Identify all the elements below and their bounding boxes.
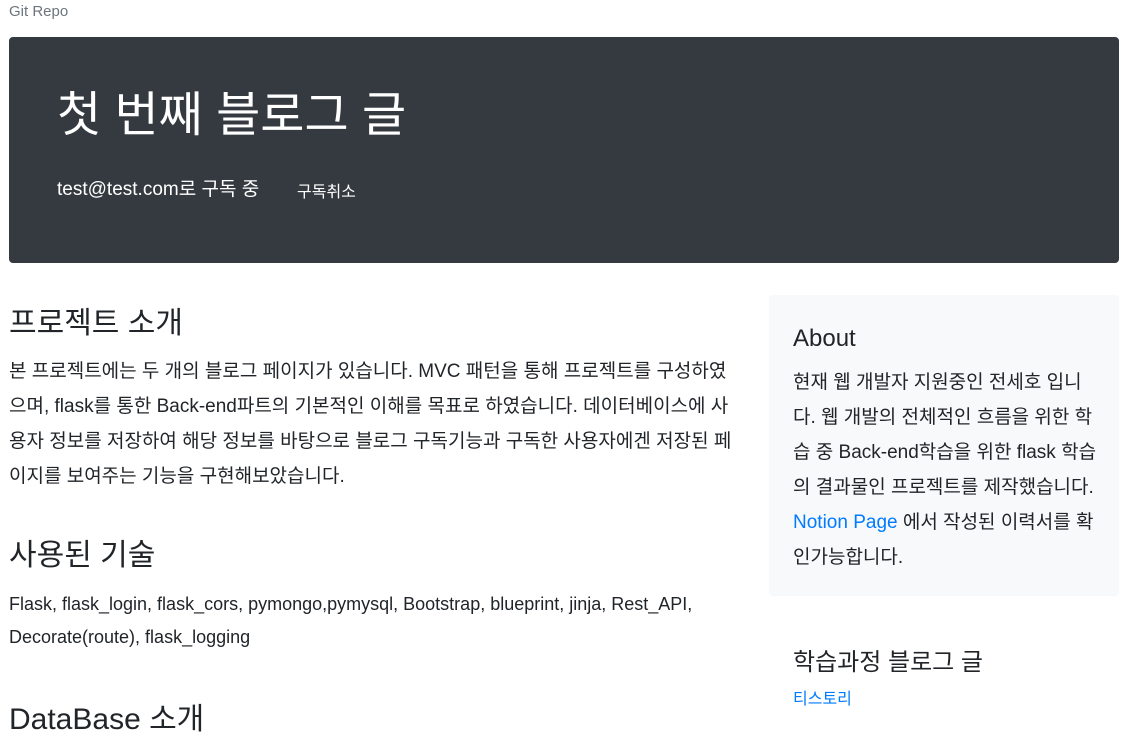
study-blog-heading: 학습과정 블로그 글	[793, 649, 983, 676]
unsubscribe-link[interactable]: 구독취소	[297, 178, 356, 202]
tech-paragraph: Flask, flask_login, flask_cors, pymongo,…	[9, 594, 693, 647]
post-title: 첫 번째 블로그 글	[57, 89, 407, 142]
intro-heading: 프로젝트 소개	[9, 307, 183, 340]
about-heading: About	[793, 325, 856, 352]
subscription-status: test@test.com로 구독 중	[57, 179, 260, 200]
about-paragraph: 현재 웹 개발자 지원중인 전세호 입니다. 웹 개발의 전체적인 흐름을 위한…	[793, 365, 1099, 575]
database-heading: DataBase 소개	[9, 703, 205, 736]
about-text-before: 현재 웹 개발자 지원중인 전세호 입니다. 웹 개발의 전체적인 흐름을 위한…	[793, 372, 1097, 498]
hero-banner: 첫 번째 블로그 글 test@test.com로 구독 중 구독취소	[9, 37, 1119, 263]
about-box: About 현재 웹 개발자 지원중인 전세호 입니다. 웹 개발의 전체적인 …	[769, 295, 1119, 596]
tech-heading: 사용된 기술	[9, 539, 156, 572]
notion-page-link[interactable]: Notion Page	[793, 512, 898, 533]
tistory-link[interactable]: 티스토리	[793, 685, 852, 709]
git-repo-link[interactable]: Git Repo	[9, 3, 68, 20]
intro-paragraph: 본 프로젝트에는 두 개의 블로그 페이지가 있습니다. MVC 패턴을 통해 …	[9, 361, 732, 487]
